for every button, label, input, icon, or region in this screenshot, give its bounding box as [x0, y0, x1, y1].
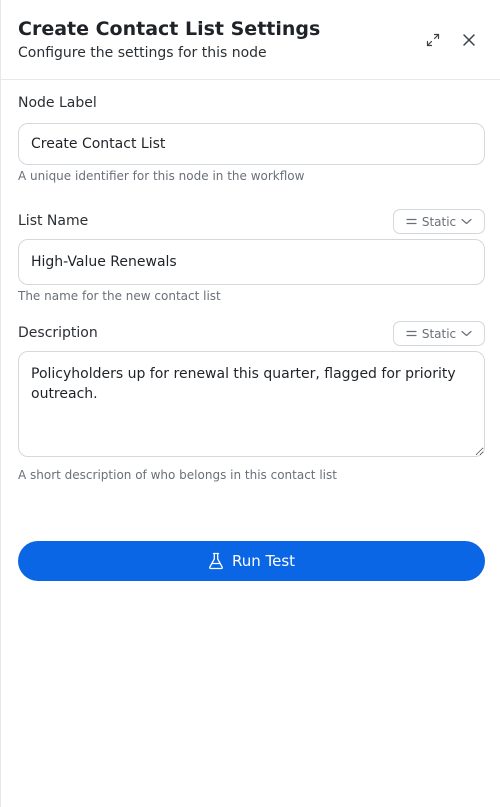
description-label: Description [18, 325, 98, 341]
close-button[interactable] [457, 28, 481, 52]
expand-icon [426, 33, 440, 47]
settings-panel: Create Contact List Settings Configure t… [0, 0, 500, 807]
list-name-mode-select[interactable]: Static [393, 209, 485, 234]
close-icon [463, 34, 475, 46]
equals-icon [406, 217, 417, 226]
description-mode-value: Static [421, 326, 457, 341]
node-label-input[interactable] [18, 123, 485, 165]
run-test-label: Run Test [231, 552, 296, 570]
list-name-mode-value: Static [421, 214, 457, 229]
list-name-label: List Name [18, 213, 89, 229]
list-name-input[interactable] [18, 239, 485, 285]
run-test-button[interactable]: Run Test [18, 541, 485, 581]
description-textarea[interactable]: Policyholders up for renewal this quarte… [18, 351, 485, 457]
node-label-label: Node Label [18, 95, 97, 111]
panel-header: Create Contact List Settings Configure t… [1, 0, 500, 80]
panel-subtitle: Configure the settings for this node [18, 45, 267, 61]
expand-button[interactable] [421, 28, 445, 52]
equals-icon [406, 329, 417, 338]
list-name-help: The name for the new contact list [18, 289, 221, 303]
panel-title: Create Contact List Settings [18, 18, 321, 40]
chevron-down-icon [461, 218, 472, 225]
description-mode-select[interactable]: Static [393, 321, 485, 346]
chevron-down-icon [461, 330, 472, 337]
node-label-help: A unique identifier for this node in the… [18, 169, 305, 183]
description-help: A short description of who belongs in th… [18, 468, 337, 482]
flask-icon [209, 552, 223, 570]
